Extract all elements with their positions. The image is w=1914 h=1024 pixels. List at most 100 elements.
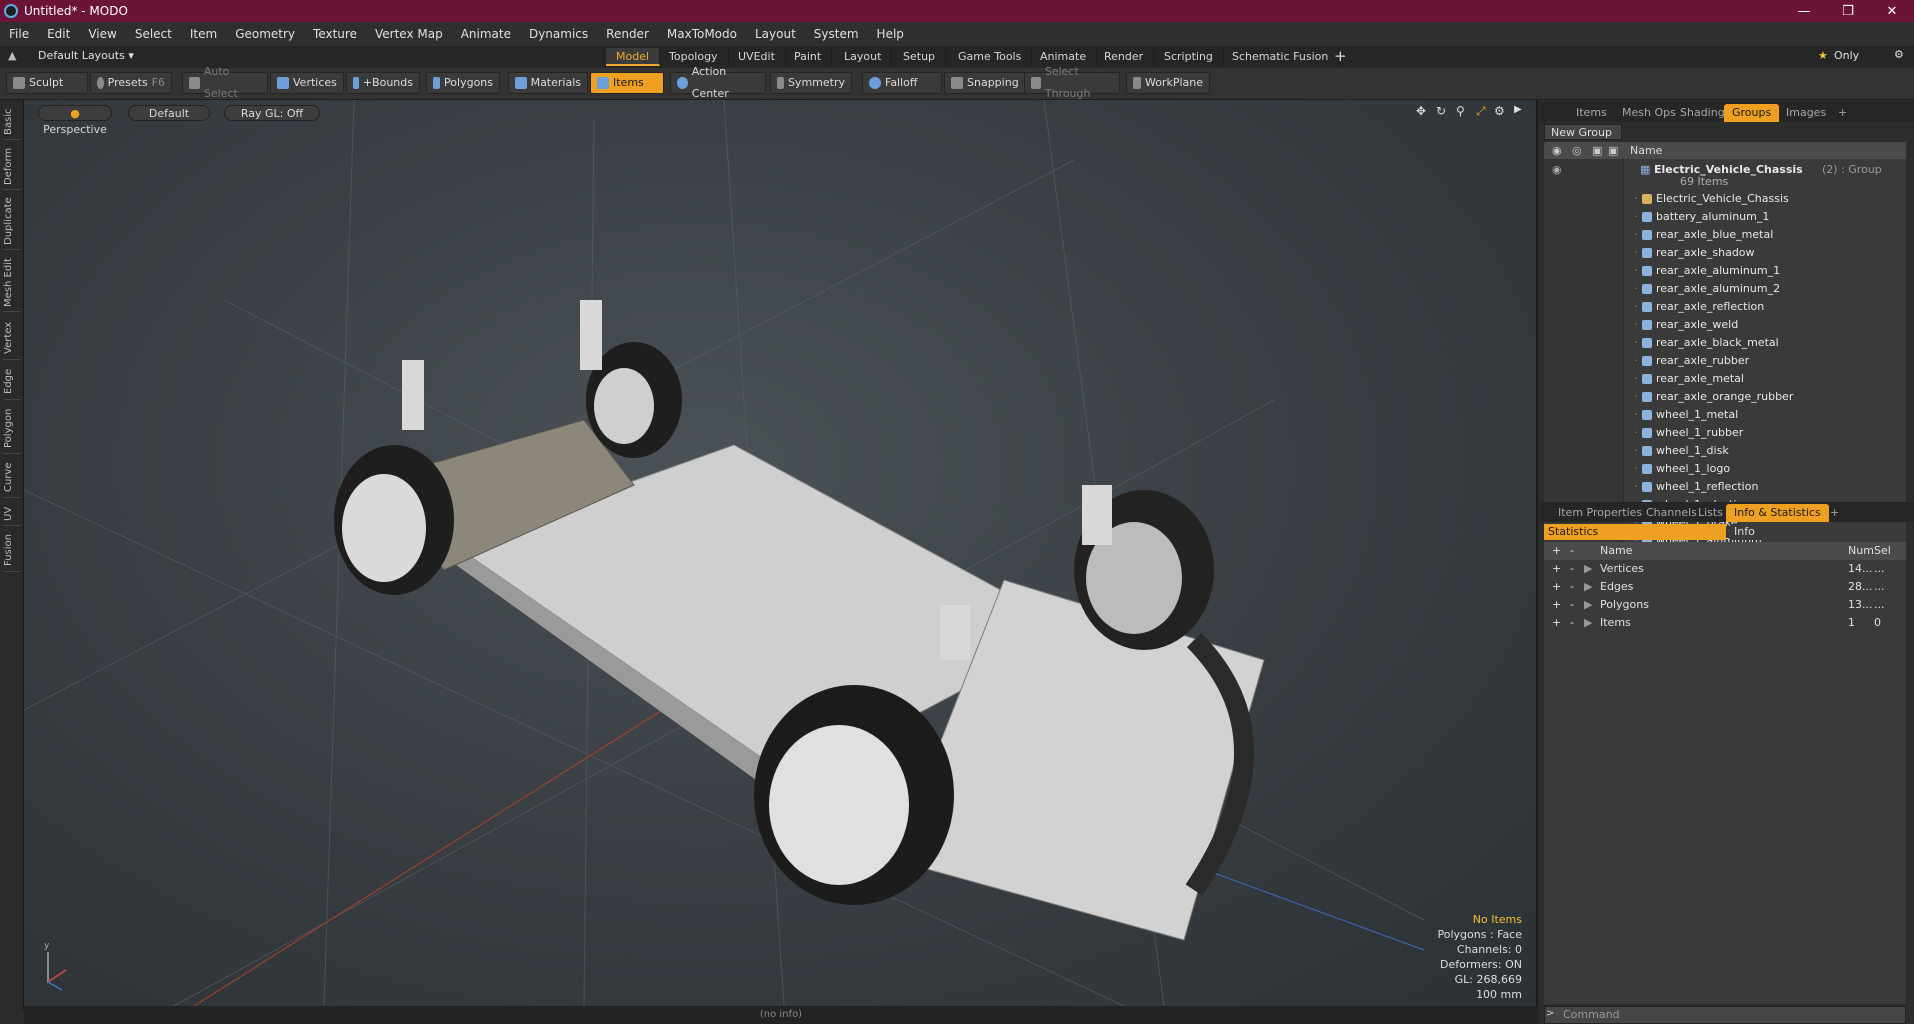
tab-scripting[interactable]: Scripting <box>1154 48 1224 66</box>
stat-row-polygons[interactable]: + - ▶ Polygons 13... ... <box>1544 596 1906 614</box>
tab-deform[interactable]: Deform <box>3 144 21 190</box>
only-button[interactable]: Only <box>1834 49 1859 62</box>
menu-animate[interactable]: Animate <box>452 27 520 41</box>
stat-row-items[interactable]: + - ▶ Items 1 0 <box>1544 614 1906 632</box>
tab-vertex[interactable]: Vertex <box>3 316 21 360</box>
falloff-button[interactable]: Falloff <box>862 72 942 94</box>
tab-fusion[interactable]: Fusion <box>3 530 21 572</box>
tab-curve[interactable]: Curve <box>3 458 21 498</box>
layout-selector[interactable]: Default Layouts ▾ <box>38 49 134 62</box>
tab-layout[interactable]: Layout <box>834 48 893 66</box>
menu-select[interactable]: Select <box>126 27 181 41</box>
group-child-row[interactable]: · wheel_1_reflection <box>1544 478 1906 496</box>
group-child-row[interactable]: · wheel_1_disk <box>1544 442 1906 460</box>
remove-icon[interactable]: - <box>1570 614 1574 632</box>
select-through-button[interactable]: Select Through <box>1024 65 1120 100</box>
tab-basic[interactable]: Basic <box>3 104 21 140</box>
menu-system[interactable]: System <box>805 27 868 41</box>
tab-setup[interactable]: Setup <box>893 48 947 66</box>
add-icon[interactable]: + <box>1552 614 1561 632</box>
add-icon[interactable]: + <box>1552 560 1561 578</box>
shading-default-button[interactable]: Default <box>128 105 210 121</box>
command-input[interactable]: Command <box>1544 1006 1906 1024</box>
menu-vertex-map[interactable]: Vertex Map <box>366 27 452 41</box>
pan-icon[interactable]: ✥ <box>1416 104 1426 118</box>
view-perspective-button[interactable]: ● Perspective <box>38 105 112 136</box>
viewport-gear-icon[interactable]: ⚙ <box>1494 104 1505 118</box>
menu-texture[interactable]: Texture <box>304 27 366 41</box>
minimize-icon[interactable]: — <box>1782 0 1826 22</box>
settings-gear-icon[interactable]: ⚙ <box>1894 48 1904 61</box>
3d-viewport[interactable]: y ● Perspective Default Ray GL: Off ✥ ↻ … <box>24 100 1538 1006</box>
layout-up-arrow-icon[interactable]: ▲ <box>8 49 16 62</box>
symmetry-button[interactable]: Symmetry <box>770 72 852 94</box>
menu-file[interactable]: File <box>0 27 38 41</box>
fit-icon[interactable]: ⤢ <box>1476 104 1486 119</box>
sculpt-button[interactable]: Sculpt <box>6 72 88 94</box>
group-child-row[interactable]: · wheel_1_logo <box>1544 460 1906 478</box>
tab-duplicate[interactable]: Duplicate <box>3 194 21 250</box>
group-child-row[interactable]: · battery_aluminum_1 <box>1544 208 1906 226</box>
subtab-statistics[interactable]: Statistics <box>1544 524 1726 540</box>
add-panel-tab-icon[interactable]: + <box>1830 104 1855 122</box>
stat-row-vertices[interactable]: + - ▶ Vertices 14... ... <box>1544 560 1906 578</box>
menu-help[interactable]: Help <box>868 27 913 41</box>
menu-edit[interactable]: Edit <box>38 27 79 41</box>
add-icon[interactable]: + <box>1552 578 1561 596</box>
group-child-row[interactable]: · rear_axle_weld <box>1544 316 1906 334</box>
viewport-menu-arrow-icon[interactable]: ▶ <box>1514 104 1522 115</box>
menu-geometry[interactable]: Geometry <box>226 27 304 41</box>
menu-item[interactable]: Item <box>181 27 226 41</box>
tab-lists[interactable]: Lists <box>1690 504 1731 522</box>
group-child-row[interactable]: · rear_axle_shadow <box>1544 244 1906 262</box>
add-tab-icon[interactable]: + <box>1334 47 1347 65</box>
tab-groups[interactable]: Groups <box>1724 104 1780 122</box>
expand-arrow-icon[interactable]: ▶ <box>1584 596 1592 614</box>
raygl-button[interactable]: Ray GL: Off <box>224 105 320 121</box>
group-child-row[interactable]: · Electric_Vehicle_Chassis <box>1544 190 1906 208</box>
group-child-row[interactable]: · rear_axle_rubber <box>1544 352 1906 370</box>
group-child-row[interactable]: · wheel_1_metal <box>1544 406 1906 424</box>
expand-arrow-icon[interactable]: ▶ <box>1584 560 1592 578</box>
menu-maxtomodo[interactable]: MaxToModo <box>658 27 746 41</box>
group-child-row[interactable]: · rear_axle_reflection <box>1544 298 1906 316</box>
expand-all-icon[interactable]: + <box>1552 542 1561 560</box>
group-child-row[interactable]: · rear_axle_orange_rubber <box>1544 388 1906 406</box>
tab-items[interactable]: Items <box>1568 104 1615 122</box>
add-panel-tab-icon[interactable]: + <box>1822 504 1847 522</box>
bounds-button[interactable]: +Bounds <box>346 72 420 94</box>
group-child-row[interactable]: · rear_axle_aluminum_1 <box>1544 262 1906 280</box>
snapping-button[interactable]: Snapping <box>944 72 1026 94</box>
action-center-button[interactable]: Action Center <box>670 65 766 100</box>
tab-edge[interactable]: Edge <box>3 364 21 400</box>
menu-render[interactable]: Render <box>597 27 658 41</box>
tab-item-properties[interactable]: Item Properties <box>1550 504 1650 522</box>
tab-schematic-fusion[interactable]: Schematic Fusion <box>1222 48 1340 66</box>
close-icon[interactable]: ✕ <box>1870 0 1914 22</box>
group-child-row[interactable]: · wheel_1_rubber <box>1544 424 1906 442</box>
zoom-icon[interactable]: ⚲ <box>1456 104 1465 118</box>
auto-select-button[interactable]: Auto Select <box>182 65 268 100</box>
new-group-button[interactable]: New Group <box>1544 124 1622 140</box>
collapse-all-icon[interactable]: - <box>1570 542 1574 560</box>
tab-polygon[interactable]: Polygon <box>3 404 21 454</box>
vertices-button[interactable]: Vertices <box>270 72 344 94</box>
menu-view[interactable]: View <box>79 27 125 41</box>
tab-game-tools[interactable]: Game Tools <box>948 48 1033 66</box>
tab-mesh-edit[interactable]: Mesh Edit <box>3 254 21 312</box>
add-icon[interactable]: + <box>1552 596 1561 614</box>
presets-button[interactable]: Presets F6 <box>90 72 172 94</box>
group-child-row[interactable]: · rear_axle_aluminum_2 <box>1544 280 1906 298</box>
expand-arrow-icon[interactable]: ▶ <box>1584 614 1592 632</box>
expand-arrow-icon[interactable]: ▶ <box>1584 578 1592 596</box>
restore-icon[interactable]: ❐ <box>1826 0 1870 22</box>
polygons-button[interactable]: Polygons <box>426 72 500 94</box>
menu-layout[interactable]: Layout <box>746 27 805 41</box>
menu-dynamics[interactable]: Dynamics <box>520 27 597 41</box>
tab-images[interactable]: Images <box>1778 104 1834 122</box>
group-child-row[interactable]: · rear_axle_black_metal <box>1544 334 1906 352</box>
items-button[interactable]: Items <box>590 72 664 94</box>
remove-icon[interactable]: - <box>1570 596 1574 614</box>
workplane-button[interactable]: WorkPlane <box>1126 72 1210 94</box>
materials-button[interactable]: Materials <box>508 72 588 94</box>
